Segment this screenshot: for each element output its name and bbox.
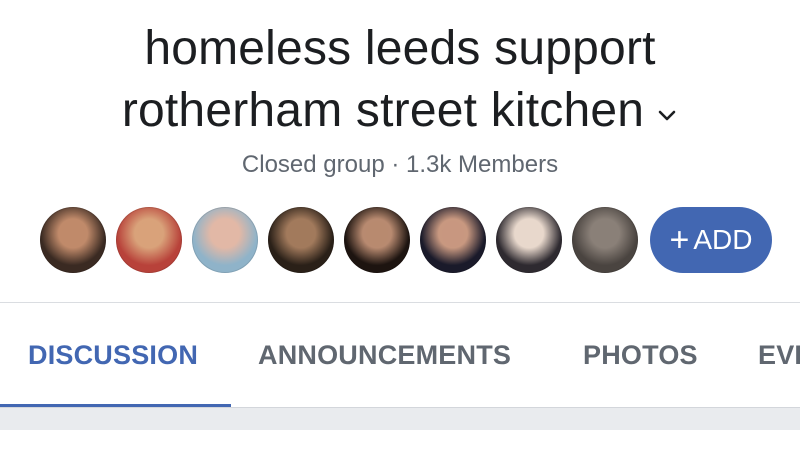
member-avatar-6[interactable]: [420, 207, 486, 273]
group-title-line1: homeless leeds support: [144, 22, 656, 75]
avatar-face: [138, 221, 160, 247]
group-privacy: Closed group: [241, 151, 385, 178]
tab-events[interactable]: EVENTS: [758, 303, 800, 407]
members-count[interactable]: 1.3k Members: [406, 151, 558, 178]
group-title-line2: rotherham street kitchen: [121, 84, 645, 137]
group-title[interactable]: homeless leeds support rotherham street …: [0, 18, 800, 142]
group-page: homeless leeds support rotherham street …: [0, 0, 800, 450]
avatar-face: [290, 221, 312, 247]
plus-icon: +: [669, 221, 690, 259]
member-avatar-7[interactable]: [496, 207, 562, 273]
tab-discussion[interactable]: DISCUSSION: [28, 303, 198, 407]
avatar-face: [442, 221, 464, 247]
tab-photos[interactable]: PHOTOS: [583, 303, 698, 407]
group-title-line2-row: rotherham street kitchen: [122, 80, 678, 142]
tabs-bottom-bar: [0, 407, 800, 430]
member-avatar-1[interactable]: [40, 207, 106, 273]
group-header: homeless leeds support rotherham street …: [0, 18, 800, 180]
chevron-down-icon[interactable]: [656, 104, 678, 126]
member-avatar-4[interactable]: [268, 207, 334, 273]
avatar-face: [594, 221, 616, 247]
group-meta: Closed group · 1.3k Members: [0, 150, 800, 180]
avatar-face: [366, 221, 388, 247]
member-avatar-3[interactable]: [192, 207, 258, 273]
meta-separator: ·: [391, 151, 400, 178]
avatar-face: [214, 221, 236, 247]
add-members-button[interactable]: + ADD: [650, 207, 772, 273]
tab-announcements[interactable]: ANNOUNCEMENTS: [258, 303, 511, 407]
member-avatar-5[interactable]: [344, 207, 410, 273]
member-avatar-8[interactable]: [572, 207, 638, 273]
group-tabs: DISCUSSION ANNOUNCEMENTS PHOTOS EVENTS: [0, 303, 800, 407]
avatar-face: [62, 221, 84, 247]
members-row: + ADD: [40, 206, 772, 274]
avatar-face: [518, 221, 540, 247]
member-avatar-2[interactable]: [116, 207, 182, 273]
add-button-label: ADD: [693, 224, 753, 255]
